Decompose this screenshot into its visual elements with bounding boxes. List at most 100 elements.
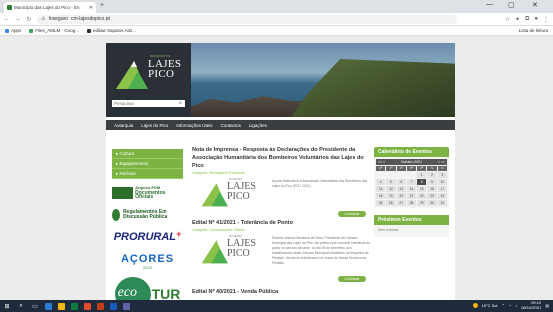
- tray-arrow-icon[interactable]: ⌃: [501, 303, 504, 308]
- ecotur-banner[interactable]: eco TUR: [112, 276, 183, 300]
- calendar-day[interactable]: 26: [386, 200, 396, 206]
- forward-icon[interactable]: →: [15, 16, 21, 22]
- bookmark-label: Apps: [11, 28, 22, 33]
- bookmark-edilaw[interactable]: edilaw Sapatos Adv...: [87, 28, 136, 33]
- logo-line2: PICO: [148, 68, 175, 80]
- calendar-day[interactable]: 4: [376, 179, 386, 185]
- calendar-day[interactable]: 31: [437, 200, 447, 206]
- close-tab-icon[interactable]: ✕: [89, 5, 93, 11]
- url-text: cm-lajesdopico.pt: [70, 16, 110, 22]
- explorer-icon[interactable]: [58, 302, 65, 310]
- calendar-day[interactable]: 12: [386, 186, 396, 192]
- calendar-day[interactable]: 13: [396, 186, 406, 192]
- browser-tab[interactable]: Município das Lajes do Pico - En ✕: [4, 2, 96, 13]
- article-title[interactable]: Edital Nº 40/2021 - Venda Pública: [192, 288, 372, 296]
- search-icon[interactable]: ⌕: [176, 100, 185, 107]
- calendar-day[interactable]: 19: [386, 193, 396, 199]
- calendar-day[interactable]: 28: [406, 200, 417, 206]
- star-icon[interactable]: ☆: [505, 16, 510, 23]
- network-icon[interactable]: ◔: [509, 303, 511, 308]
- calendar-day[interactable]: 11: [376, 186, 386, 192]
- search-input[interactable]: [112, 100, 185, 107]
- word-icon[interactable]: [110, 302, 117, 310]
- calendar-day[interactable]: 23: [427, 193, 437, 199]
- calendar-day[interactable]: 22: [417, 193, 427, 199]
- sidebar-item-equipamentos[interactable]: Equipamentos: [112, 159, 183, 169]
- task-view-icon[interactable]: ▭: [31, 303, 39, 310]
- article-category[interactable]: Categoria: Mensagens Presidente: [192, 171, 372, 175]
- notifications-icon[interactable]: ▤: [545, 303, 549, 308]
- calendar-day[interactable]: 8: [417, 179, 427, 185]
- puzzle-icon[interactable]: ⧉: [525, 16, 529, 23]
- nav-lajes-do-pico[interactable]: Lajes do Pico: [141, 123, 168, 128]
- calendar-day[interactable]: 16: [427, 186, 437, 192]
- calendar-day[interactable]: 24: [437, 193, 447, 199]
- powerpoint-icon[interactable]: [97, 302, 104, 310]
- profile-icon[interactable]: ●: [534, 16, 538, 22]
- new-tab-icon[interactable]: +: [100, 2, 104, 9]
- calendar-day[interactable]: 14: [406, 186, 417, 192]
- minimize-icon[interactable]: —: [486, 1, 493, 8]
- clock[interactable]: 09:12 08/10/2021: [521, 300, 541, 310]
- maximize-icon[interactable]: ▢: [508, 1, 515, 9]
- nav-informacoes-uteis[interactable]: Informações Úteis: [176, 123, 212, 128]
- calendar-day[interactable]: 29: [417, 200, 427, 206]
- edge-icon[interactable]: [45, 302, 52, 310]
- sidebar-item-noticias[interactable]: Notícias: [112, 169, 183, 179]
- system-tray: 15°C Sol ⌃ ◔ ♪ 09:12 08/10/2021 ▤: [472, 300, 549, 310]
- reading-list[interactable]: Lista de leitura: [519, 28, 548, 33]
- documentos-oficiais-banner[interactable]: Arquivo PDM Documentos Oficiais: [112, 184, 183, 202]
- calendar-next[interactable]: > >>: [438, 160, 445, 164]
- sidebar-item-cultura[interactable]: Cultura: [112, 149, 183, 159]
- continue-button[interactable]: Continuar: [338, 211, 366, 217]
- bookmarks-bar: Apps Files_AMLM - Goog... edilaw Sapatos…: [0, 26, 553, 36]
- calendar-day[interactable]: 25: [376, 200, 386, 206]
- article-body: MUNICÍPIO LAJES PICO Apoios financeiros …: [192, 177, 372, 217]
- calendar-day[interactable]: 20: [396, 193, 406, 199]
- calendar-day[interactable]: 6: [396, 179, 406, 185]
- bookmark-files[interactable]: Files_AMLM - Goog...: [29, 28, 79, 33]
- weather-text[interactable]: 15°C Sol: [482, 303, 498, 308]
- article-excerpt: Roberto Manuel Medeiros da Silva, Presid…: [272, 236, 371, 265]
- calendar-day[interactable]: 30: [427, 200, 437, 206]
- url-field[interactable]: ⚠ Inseguro cm-lajesdopico.pt: [37, 14, 457, 24]
- chrome-icon[interactable]: [84, 302, 91, 310]
- calendar-weekday: 6ª: [417, 166, 427, 171]
- calendar-day[interactable]: 27: [396, 200, 406, 206]
- article-title[interactable]: Edital Nº 41/2021 - Tolerância de Ponto: [192, 219, 372, 227]
- search-icon[interactable]: ⌕: [17, 303, 25, 310]
- calendar-day[interactable]: 18: [376, 193, 386, 199]
- calendar-day[interactable]: 9: [427, 179, 437, 185]
- reload-icon[interactable]: ↻: [26, 16, 32, 23]
- calendar-day[interactable]: 15: [417, 186, 427, 192]
- start-icon[interactable]: ⊞: [3, 303, 11, 310]
- bookmark-apps[interactable]: Apps: [5, 28, 21, 33]
- calendar-day[interactable]: 1: [417, 172, 427, 178]
- acores-2020-banner[interactable]: AÇORES 2020: [112, 250, 183, 272]
- article-title[interactable]: Nota de Imprensa - Resposta às Declaraçõ…: [192, 146, 372, 170]
- calendar-prev[interactable]: << <: [378, 160, 385, 164]
- regulamentos-banner[interactable]: Regulamentos Em Discussão Pública: [112, 206, 183, 224]
- menu-icon[interactable]: ⋮: [543, 16, 549, 23]
- tur-label: TUR: [151, 286, 181, 300]
- calendar-day[interactable]: 21: [406, 193, 417, 199]
- nav-ligacoes[interactable]: Ligações: [249, 123, 267, 128]
- extensions-icon[interactable]: ✦: [515, 16, 520, 23]
- calendar-day[interactable]: 3: [437, 172, 447, 178]
- teams-icon[interactable]: [123, 302, 130, 310]
- calendar-day[interactable]: 2: [427, 172, 437, 178]
- close-window-icon[interactable]: ✕: [532, 1, 538, 9]
- prorural-banner[interactable]: PRORURAL +: [112, 228, 183, 246]
- article-category[interactable]: Categoria: Comunicações Oficiais: [192, 228, 372, 232]
- nav-contactos[interactable]: Contactos: [221, 123, 241, 128]
- nav-autarquia[interactable]: Autarquia: [114, 123, 133, 128]
- calendar-nav: << < Outubro 2021 > >>: [376, 159, 447, 165]
- volume-icon[interactable]: ♪: [515, 303, 517, 308]
- back-icon[interactable]: ←: [4, 16, 10, 22]
- calendar-day[interactable]: 7: [406, 179, 417, 185]
- calendar-day[interactable]: 5: [386, 179, 396, 185]
- excel-icon[interactable]: [71, 302, 78, 310]
- calendar-day[interactable]: 10: [437, 179, 447, 185]
- calendar-day[interactable]: 17: [437, 186, 447, 192]
- continue-button[interactable]: Continuar: [338, 276, 366, 282]
